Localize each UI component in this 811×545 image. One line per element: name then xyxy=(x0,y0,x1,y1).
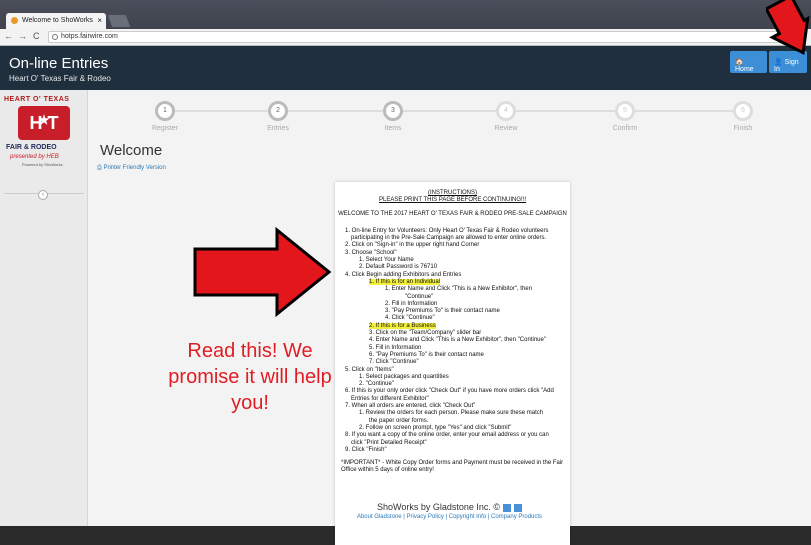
sidebar: HEART O' TEXAS H T FAIR & RODEO presente… xyxy=(0,90,88,526)
footer-links[interactable]: About Gladstone | Privacy Policy | Copyr… xyxy=(88,514,811,520)
tab-title: Welcome to ShoWorks xyxy=(22,17,93,24)
step-finish: 6 xyxy=(733,101,753,121)
overlay-text: Read this! We promise it will help you! xyxy=(168,340,332,414)
step-entries: 2 xyxy=(268,101,288,121)
doc-line: 7. When all orders are entered, click "C… xyxy=(345,403,476,410)
doc-line: 4. Click "Continue" xyxy=(385,315,435,322)
step-confirm: 5 xyxy=(615,101,635,121)
new-tab-button[interactable] xyxy=(107,15,131,27)
step-items: 3 xyxy=(383,101,403,121)
reload-icon[interactable]: C xyxy=(33,31,40,41)
doc-line: 4. Enter Name and Click "This is a New E… xyxy=(369,337,546,344)
doc-line: 1. Review the orders for each person. Pl… xyxy=(359,410,544,417)
doc-line: 1. Select Your Name xyxy=(359,257,414,264)
doc-line: 4. Click Begin adding Exhibitors and Ent… xyxy=(345,271,462,278)
doc-line: 1. On-line Entry for Volunteers: Only He… xyxy=(345,227,549,234)
doc-line: Entries for different Exhibitor" xyxy=(351,395,429,402)
step-register: 1 xyxy=(155,101,175,121)
doc-line: PLEASE PRINT THIS PAGE BEFORE CONTINUING… xyxy=(378,197,527,204)
doc-line: 8. If you want a copy of the online orde… xyxy=(345,432,549,439)
steps-line xyxy=(165,110,743,112)
back-icon[interactable]: ← xyxy=(4,31,13,41)
doc-line: participating in the Pre-Sale Campaign a… xyxy=(351,235,547,242)
page-subtitle: Heart O' Texas Fair & Rodeo xyxy=(9,74,111,83)
info-icon[interactable] xyxy=(52,34,58,40)
close-tab-icon[interactable]: × xyxy=(97,16,102,25)
facebook-icon[interactable] xyxy=(514,503,523,512)
doc-line: 9. Click "Finish" xyxy=(345,446,387,453)
favicon-icon xyxy=(11,17,18,24)
address-bar-row: ← → C hotps.fairwire.com ⋮ xyxy=(0,29,811,46)
red-arrow-right-icon xyxy=(193,227,332,317)
url-text: hotps.fairwire.com xyxy=(61,33,118,40)
doc-line: Office within 5 days of online entry! xyxy=(341,467,434,474)
doc-line: 6. If this is your only order click "Che… xyxy=(345,388,554,395)
collapse-sidebar-icon[interactable]: ‹ xyxy=(38,190,48,200)
site-header: On-line Entries Heart O' Texas Fair & Ro… xyxy=(0,46,811,90)
step-label: Finish xyxy=(733,125,753,132)
doc-line: 7. Click "Continue" xyxy=(369,359,419,366)
doc-line: 2. "Continue" xyxy=(359,381,394,388)
doc-line: 2. Fill in Information xyxy=(385,300,438,307)
doc-line: 6. "Pay Premiums To" is their contact na… xyxy=(369,351,484,358)
doc-line: 5. Click on "Items" xyxy=(345,366,394,373)
browser-tab[interactable]: Welcome to ShoWorks × xyxy=(6,13,106,29)
page-title: On-line Entries xyxy=(9,55,109,72)
step-label: Entries xyxy=(267,125,289,132)
twitter-icon[interactable] xyxy=(503,503,512,512)
page-body: HEART O' TEXAS H T FAIR & RODEO presente… xyxy=(0,90,811,545)
step-label: Review xyxy=(494,125,518,132)
logo-powered: Powered by ShoWorks xyxy=(22,162,63,167)
red-arrow-down-icon xyxy=(766,0,810,56)
doc-line: click "Print Detailed Receipt" xyxy=(351,439,427,446)
progress-steps: 1 Register 2 Entries 3 Items 4 Review 5 … xyxy=(88,90,811,138)
doc-line: 3. Click on the "Team/Company" slider ba… xyxy=(369,330,482,337)
doc-line: 1. Select packages and quantities xyxy=(359,373,449,380)
printer-friendly-link[interactable]: ⎙ Printer Friendly Version xyxy=(97,165,166,172)
step-review: 4 xyxy=(496,101,516,121)
doc-line: the paper order forms. xyxy=(369,417,429,424)
home-button[interactable]: 🏠 Home xyxy=(730,51,767,73)
doc-highlight: 1. If this is for an Individual xyxy=(369,278,441,285)
logo-hot: H T xyxy=(18,106,70,140)
step-label: Items xyxy=(384,125,402,132)
doc-line: 1. Enter Name and Click "This is a New E… xyxy=(385,286,532,293)
doc-line: (INSTRUCTIONS) xyxy=(428,190,477,196)
doc-line: 2. Default Password is 76710 xyxy=(359,264,438,271)
doc-line: 3. "Pay Premiums To" is their contact na… xyxy=(385,308,500,315)
footer-brand: ShoWorks by Gladstone Inc. © xyxy=(376,502,501,512)
doc-highlight: 2. If this is for a Business xyxy=(369,322,436,329)
browser-chrome: Welcome to ShoWorks × ← → C hotps.fairwi… xyxy=(0,0,811,46)
doc-line: "Continue" xyxy=(405,293,434,300)
logo-heart-text: HEART O' TEXAS xyxy=(4,96,70,103)
logo-presented: presented by HEB xyxy=(10,154,59,160)
doc-line: WELCOME TO THE 2017 HEART O' TEXAS FAIR … xyxy=(338,210,567,217)
doc-line: 2. Follow on screen prompt, type "Yes" a… xyxy=(359,424,512,431)
step-label: Confirm xyxy=(612,125,638,132)
welcome-heading: Welcome xyxy=(100,142,163,159)
logo-fair-text: FAIR & RODEO xyxy=(6,144,57,151)
url-input[interactable]: hotps.fairwire.com xyxy=(48,31,788,43)
footer: ShoWorks by Gladstone Inc. © About Glads… xyxy=(88,502,811,520)
forward-icon[interactable]: → xyxy=(18,31,27,41)
doc-line: 2. Click on "Sign-in" in the upper right… xyxy=(345,242,480,249)
step-label: Register xyxy=(151,125,179,132)
doc-line: 3. Choose "School" xyxy=(345,249,397,256)
instructions-document: (INSTRUCTIONS) PLEASE PRINT THIS PAGE BE… xyxy=(335,182,570,545)
doc-line: *IMPORTANT* - White Copy Order forms and… xyxy=(341,460,564,467)
doc-line: 5. Fill in Information xyxy=(369,344,422,351)
